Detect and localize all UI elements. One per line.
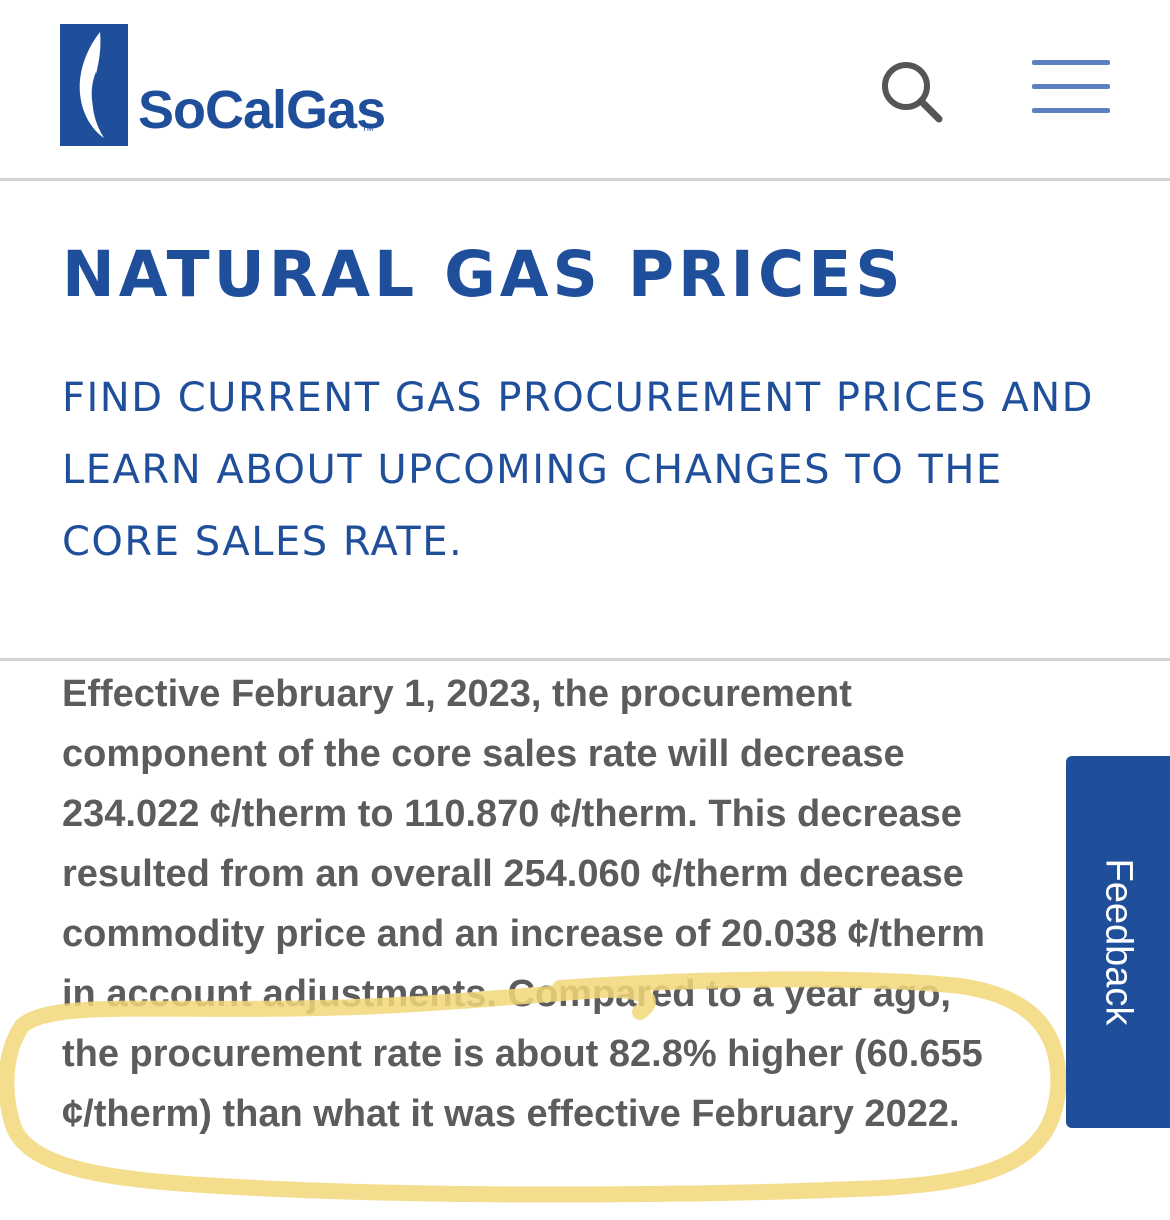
flame-logo-icon[interactable] (60, 24, 128, 146)
price-announcement: Effective February 1, 2023, the procurem… (62, 664, 1062, 1144)
hamburger-menu-icon[interactable] (1030, 58, 1112, 116)
body-line: ¢/therm) than what it was effective Febr… (62, 1093, 960, 1135)
site-header: SoCalGas TM (0, 0, 1170, 181)
feedback-label: Feedback (1097, 858, 1140, 1026)
page: SoCalGas TM NATURAL GAS PRICES FIND CURR… (0, 0, 1170, 1220)
feedback-tab[interactable]: Feedback (1066, 756, 1170, 1128)
search-icon[interactable] (878, 58, 944, 124)
page-title: NATURAL GAS PRICES (62, 238, 905, 311)
logo-wordmark[interactable]: SoCalGas (138, 80, 386, 140)
page-subtitle: FIND CURRENT GAS PROCUREMENT PRICES AND … (62, 375, 1094, 565)
body-line: commodity price and an increase of 20.03… (62, 913, 985, 955)
body-line: resulted from an overall 254.060 ¢/therm… (62, 853, 964, 895)
body-line: in account adjustments. Compared to a ye… (62, 973, 951, 1015)
body-line: the procurement rate is about 82.8% high… (62, 1033, 983, 1075)
body-line: 234.022 ¢/therm to 110.870 ¢/therm. This… (62, 793, 962, 835)
body-line: Effective February 1, 2023, the procurem… (62, 673, 852, 715)
section-divider (0, 658, 1170, 661)
body-line: component of the core sales rate will de… (62, 733, 905, 775)
trademark: TM (362, 124, 374, 133)
